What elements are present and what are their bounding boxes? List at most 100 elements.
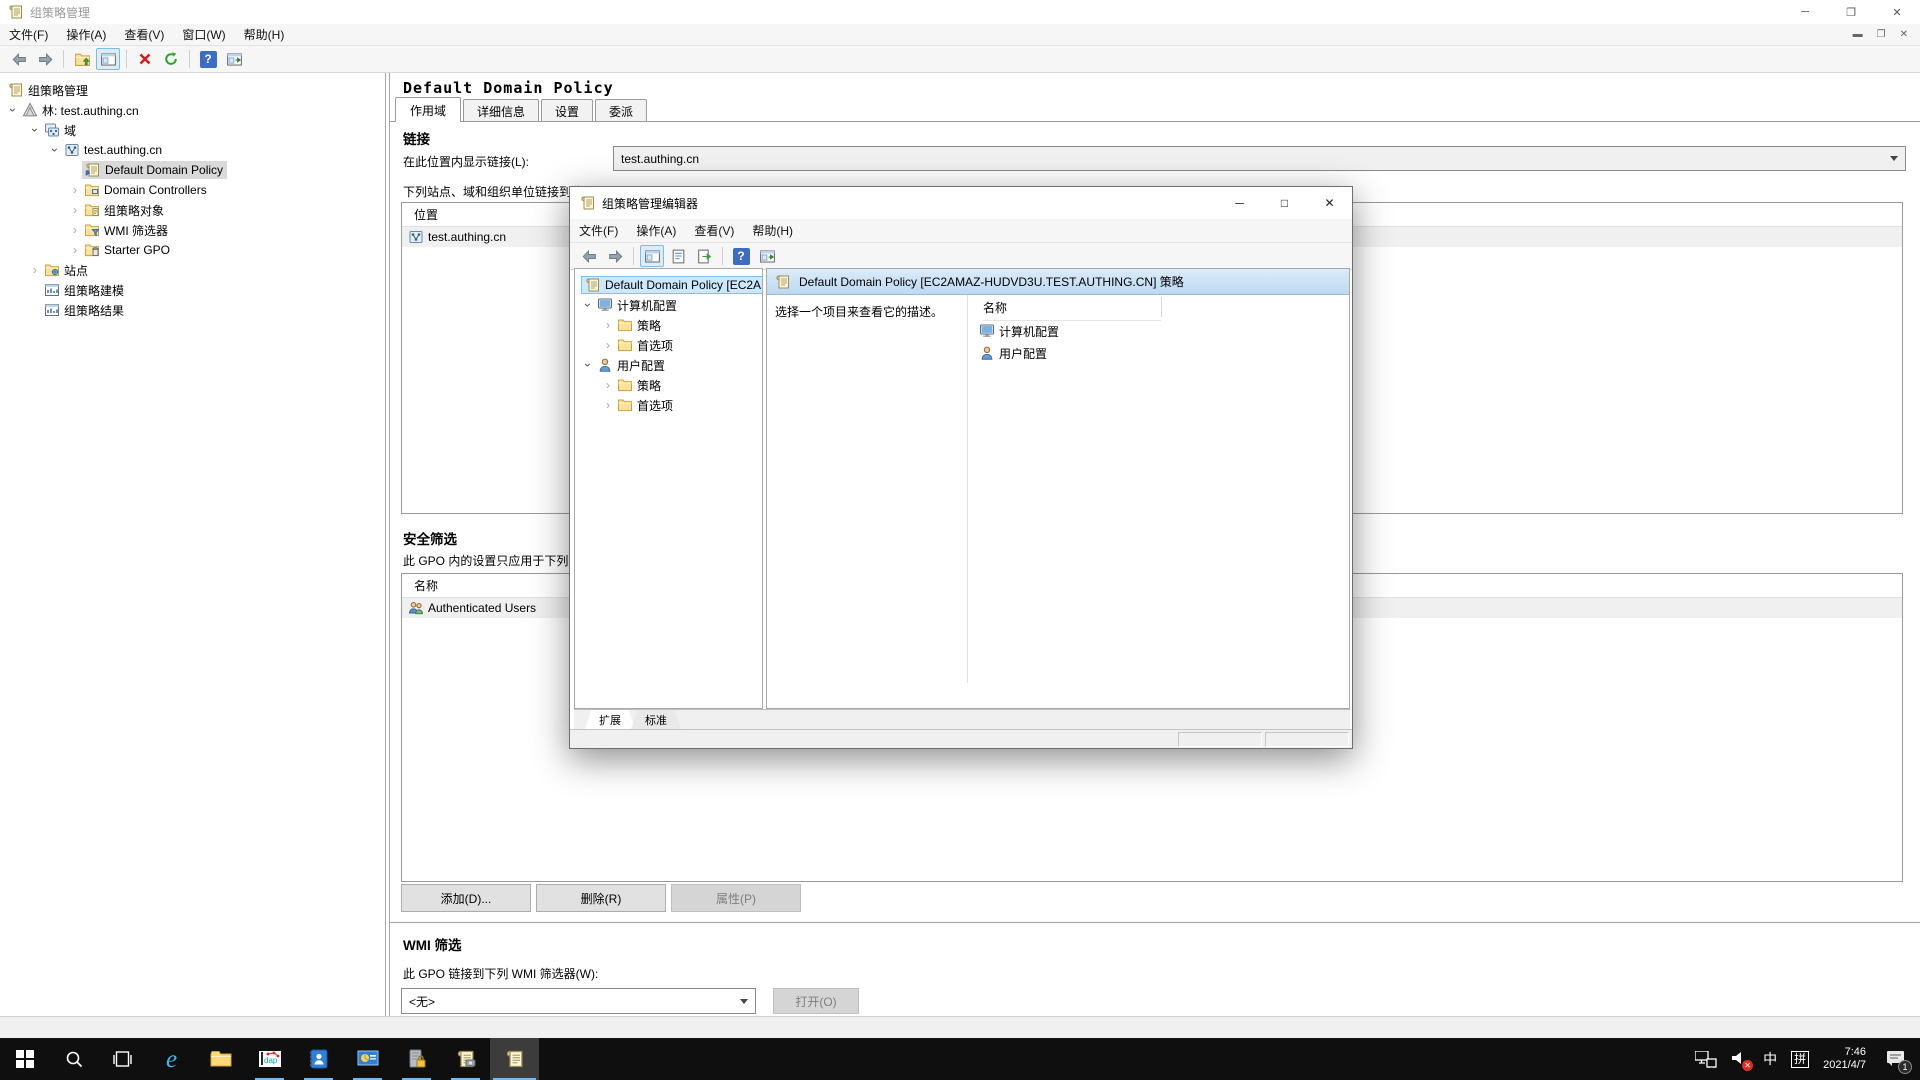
- mdi-restore-button[interactable]: ❐: [1877, 29, 1886, 40]
- chevron-right-icon[interactable]: ›: [601, 398, 615, 412]
- tree-item-preferences[interactable]: › 首选项: [575, 335, 762, 355]
- show-console-tree-icon[interactable]: [640, 245, 664, 267]
- search-button[interactable]: [49, 1038, 98, 1080]
- tree-item-domain[interactable]: › test.authing.cn: [0, 140, 385, 160]
- tree-item-computer-config[interactable]: › 计算机配置: [575, 295, 762, 315]
- back-icon[interactable]: [7, 48, 31, 70]
- chevron-right-icon[interactable]: ›: [68, 223, 82, 237]
- menu-action[interactable]: 操作(A): [627, 219, 685, 242]
- address-book-button[interactable]: [294, 1038, 343, 1080]
- ad-server-button[interactable]: [392, 1038, 441, 1080]
- menu-help[interactable]: 帮助(H): [235, 23, 294, 46]
- chevron-right-icon[interactable]: ›: [68, 243, 82, 257]
- tree-item-wmi-filters[interactable]: › WMI 筛选器: [0, 220, 385, 240]
- chevron-right-icon[interactable]: ›: [601, 378, 615, 392]
- gp-management-button[interactable]: [490, 1038, 539, 1080]
- clock[interactable]: 7:46 2021/4/7: [1823, 1046, 1866, 1072]
- tree-item-starter-gpo[interactable]: › Starter GPO: [0, 240, 385, 260]
- tree-label: WMI 筛选器: [104, 222, 168, 239]
- task-view-button[interactable]: [98, 1038, 147, 1080]
- menu-view[interactable]: 查看(V): [115, 23, 173, 46]
- up-folder-icon[interactable]: [70, 48, 94, 70]
- tree-item-domain-controllers[interactable]: › Domain Controllers: [0, 180, 385, 200]
- chevron-down-icon[interactable]: ›: [581, 298, 595, 312]
- chevron-down-icon[interactable]: ›: [28, 123, 42, 137]
- tab-delegation[interactable]: 委派: [595, 99, 647, 122]
- list-item-label: 计算机配置: [999, 323, 1059, 340]
- chevron-right-icon[interactable]: ›: [68, 183, 82, 197]
- ldp-tool-button[interactable]: dap: [245, 1038, 294, 1080]
- tree-item-root[interactable]: 组策略管理: [0, 80, 385, 100]
- add-button[interactable]: 添加(D)...: [401, 884, 531, 912]
- mdi-minimize-button[interactable]: ▬: [1853, 29, 1863, 40]
- gpo-pane-header[interactable]: Default Domain Policy [EC2AMAZ-HUDVD3U.T…: [767, 269, 1349, 295]
- menu-file[interactable]: 文件(F): [570, 219, 627, 242]
- menu-help[interactable]: 帮助(H): [743, 219, 802, 242]
- tree-item-sites[interactable]: › 站点: [0, 260, 385, 280]
- tab-scope[interactable]: 作用域: [395, 97, 461, 122]
- help-icon[interactable]: ?: [196, 48, 220, 70]
- tree-item-gpo-root[interactable]: Default Domain Policy [EC2A: [575, 275, 762, 295]
- start-button[interactable]: [0, 1038, 49, 1080]
- help-icon[interactable]: ?: [729, 245, 753, 267]
- refresh-icon[interactable]: [159, 48, 183, 70]
- standard-pane-icon[interactable]: [755, 245, 779, 267]
- chevron-right-icon[interactable]: ›: [601, 338, 615, 352]
- selected-tree-item[interactable]: Default Domain Policy [EC2A: [581, 276, 763, 294]
- mdi-close-button[interactable]: ✕: [1900, 29, 1908, 40]
- chevron-right-icon[interactable]: ›: [601, 318, 615, 332]
- tree-item-preferences[interactable]: › 首选项: [575, 395, 762, 415]
- chevron-down-icon[interactable]: ›: [48, 143, 62, 157]
- internet-explorer-button[interactable]: e: [147, 1038, 196, 1080]
- close-button[interactable]: ✕: [1874, 0, 1920, 24]
- tree-item-gp-modeling[interactable]: 组策略建模: [0, 280, 385, 300]
- tab-details[interactable]: 详细信息: [463, 99, 539, 122]
- tree-item-user-config[interactable]: › 用户配置: [575, 355, 762, 375]
- tree-item-gp-results[interactable]: 组策略结果: [0, 300, 385, 320]
- tree-item-policies[interactable]: › 策略: [575, 315, 762, 335]
- file-explorer-button[interactable]: [196, 1038, 245, 1080]
- column-divider: [1161, 297, 1162, 317]
- menu-window[interactable]: 窗口(W): [173, 23, 234, 46]
- remove-button[interactable]: 删除(R): [536, 884, 666, 912]
- chevron-down-icon[interactable]: ›: [6, 103, 20, 117]
- selected-tree-item[interactable]: Default Domain Policy: [82, 161, 227, 179]
- tree-item-forest[interactable]: › 林: test.authing.cn: [0, 100, 385, 120]
- notification-center-button[interactable]: 1: [1886, 1049, 1906, 1070]
- network-icon[interactable]: [1695, 1051, 1717, 1068]
- tree-item-policies[interactable]: › 策略: [575, 375, 762, 395]
- tree-item-default-domain-policy[interactable]: Default Domain Policy: [0, 160, 385, 180]
- ime-shape-indicator[interactable]: 拼: [1791, 1051, 1809, 1068]
- restore-button[interactable]: ❐: [1828, 0, 1874, 24]
- tree-item-gpo-objects[interactable]: › 组策略对象: [0, 200, 385, 220]
- tab-settings[interactable]: 设置: [541, 99, 593, 122]
- list-item-user-config[interactable]: 用户配置: [977, 343, 1047, 363]
- wmi-filter-combobox[interactable]: <无>: [401, 988, 756, 1014]
- menu-file[interactable]: 文件(F): [0, 23, 57, 46]
- properties-icon[interactable]: [666, 245, 690, 267]
- minimize-button[interactable]: ─: [1782, 0, 1828, 24]
- gp-object-editor-button[interactable]: [441, 1038, 490, 1080]
- name-column-header[interactable]: 名称: [983, 299, 1161, 321]
- volume-muted-icon[interactable]: ✕: [1731, 1050, 1749, 1069]
- chevron-down-icon[interactable]: ›: [581, 358, 595, 372]
- back-icon[interactable]: [577, 245, 601, 267]
- ime-language-indicator[interactable]: 中: [1763, 1049, 1777, 1069]
- export-list-icon[interactable]: [222, 48, 246, 70]
- show-console-tree-icon[interactable]: [96, 48, 120, 70]
- dialog-minimize-button[interactable]: ─: [1217, 188, 1262, 219]
- delete-icon[interactable]: [133, 48, 157, 70]
- list-item-computer-config[interactable]: 计算机配置: [977, 321, 1059, 341]
- menu-view[interactable]: 查看(V): [685, 219, 743, 242]
- chevron-right-icon[interactable]: ›: [68, 203, 82, 217]
- export-icon[interactable]: [692, 245, 716, 267]
- admin-console-button[interactable]: [343, 1038, 392, 1080]
- display-links-combobox[interactable]: test.authing.cn: [613, 146, 1906, 171]
- forward-icon[interactable]: [603, 245, 627, 267]
- tree-item-domains[interactable]: › 域: [0, 120, 385, 140]
- forward-icon[interactable]: [33, 48, 57, 70]
- menu-action[interactable]: 操作(A): [57, 23, 115, 46]
- dialog-close-button[interactable]: ✕: [1307, 188, 1352, 219]
- chevron-right-icon[interactable]: ›: [28, 263, 42, 277]
- dialog-maximize-button[interactable]: □: [1262, 188, 1307, 219]
